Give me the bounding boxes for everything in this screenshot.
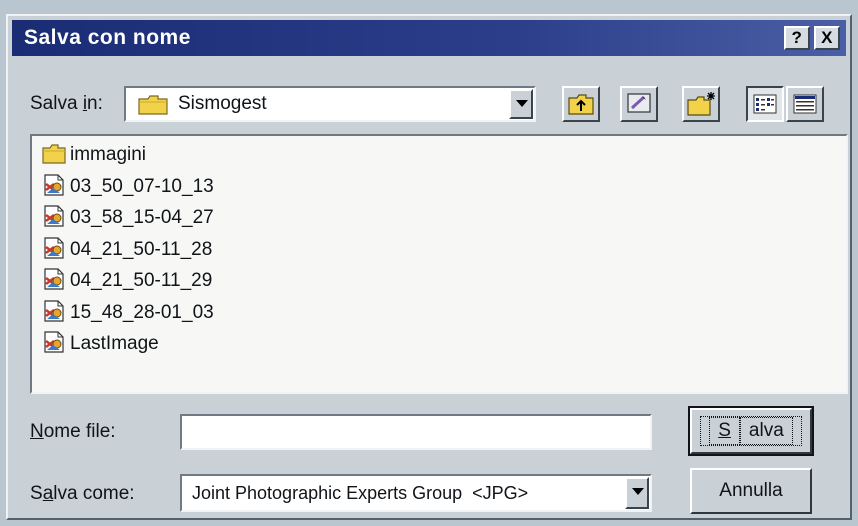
save-as-type-label: Salva come:: [30, 483, 135, 504]
new-folder-button[interactable]: [682, 86, 720, 122]
file-name: 03_58_15-04_27: [70, 207, 214, 228]
save-in-dropdown[interactable]: Sismogest: [124, 86, 536, 122]
file-name: immagini: [70, 144, 147, 165]
file-list[interactable]: immagini 03_50_07-10_13 03_58_15-04_27 04_2…: [30, 134, 848, 394]
list-view-button[interactable]: [746, 86, 784, 122]
folder-icon: [42, 144, 70, 165]
save-as-dialog: Salva con nome ? X Salva in: Sismogest i…: [6, 14, 852, 520]
filename-field[interactable]: [180, 414, 652, 450]
image-file-icon: [42, 331, 70, 354]
image-file-icon: [42, 205, 70, 228]
chevron-down-icon[interactable]: [509, 89, 533, 119]
up-one-level-button[interactable]: [562, 86, 600, 122]
details-view-icon: [788, 94, 822, 124]
chevron-down-icon[interactable]: [625, 477, 649, 509]
image-file-icon: [42, 299, 70, 323]
new-folder-icon: [684, 92, 718, 124]
folder-icon: [138, 95, 168, 120]
save-button[interactable]: Salva: [688, 406, 814, 456]
file-name: LastImage: [70, 333, 159, 354]
list-view-icon: [748, 94, 782, 124]
list-item[interactable]: immagini: [42, 142, 146, 168]
help-button[interactable]: ?: [784, 26, 810, 50]
save-button-label: Salva: [700, 416, 802, 446]
list-item[interactable]: 03_58_15-04_27: [42, 205, 214, 231]
save-as-type-value: Joint Photographic Experts Group <JPG>: [192, 483, 529, 503]
list-item[interactable]: 15_48_28-01_03: [42, 299, 214, 326]
file-name: 03_50_07-10_13: [70, 175, 214, 197]
window-title: Salva con nome: [24, 26, 191, 49]
list-item[interactable]: LastImage: [42, 331, 159, 357]
file-name: 04_21_50-11_29: [70, 270, 213, 291]
details-view-button[interactable]: [786, 86, 824, 122]
close-button[interactable]: X: [814, 26, 840, 50]
image-file-icon: [42, 268, 70, 291]
save-in-label: Salva in:: [30, 93, 103, 114]
list-item[interactable]: 03_50_07-10_13: [42, 173, 214, 200]
list-item[interactable]: 04_21_50-11_29: [42, 268, 212, 294]
filename-label: Nome file:: [30, 421, 116, 442]
desktop-button[interactable]: [620, 86, 658, 122]
desktop-icon: [622, 93, 656, 124]
image-file-icon: [42, 173, 70, 197]
title-bar[interactable]: Salva con nome ? X: [12, 20, 846, 56]
cancel-button[interactable]: Annulla: [690, 468, 812, 514]
file-name: 04_21_50-11_28: [70, 238, 213, 260]
current-folder-name: Sismogest: [178, 93, 267, 114]
up-folder-icon: [564, 94, 598, 124]
save-as-type-dropdown[interactable]: Joint Photographic Experts Group <JPG>: [180, 474, 652, 512]
file-name: 15_48_28-01_03: [70, 301, 214, 323]
image-file-icon: [42, 236, 70, 260]
list-item[interactable]: 04_21_50-11_28: [42, 236, 213, 263]
